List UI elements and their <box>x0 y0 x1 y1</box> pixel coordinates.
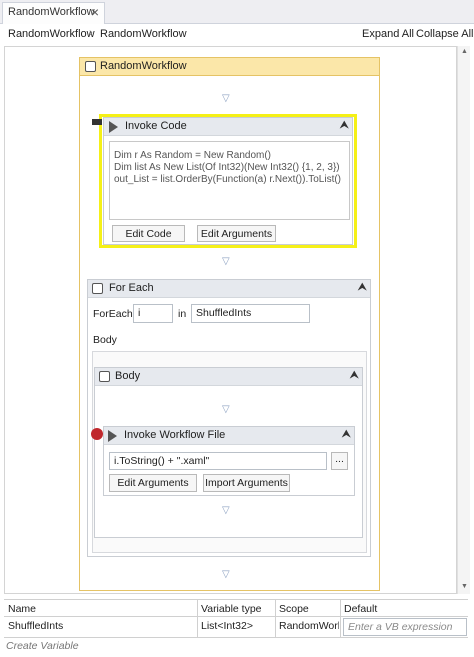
play-icon <box>109 121 118 133</box>
edit-code-button[interactable]: Edit Code <box>112 225 185 242</box>
breadcrumb-item-root[interactable]: RandomWorkflow <box>8 28 95 40</box>
collapse-icon[interactable]: ⮝ <box>342 429 351 440</box>
collapse-all-button[interactable]: Collapse All <box>416 28 473 40</box>
workflow-path-field[interactable]: i.ToString() + ".xaml" <box>109 452 327 470</box>
code-line: Dim r As Random = New Random() <box>114 150 271 161</box>
edit-arguments-button[interactable]: Edit Arguments <box>109 474 197 492</box>
error-icon <box>91 428 103 440</box>
import-arguments-button[interactable]: Import Arguments <box>203 474 290 492</box>
close-icon[interactable]: × <box>91 4 99 20</box>
body-sequence-title: Body <box>115 370 141 382</box>
invoke-workflow-title: Invoke Workflow File <box>124 429 226 441</box>
scroll-down-icon[interactable]: ▼ <box>461 583 468 590</box>
drop-target-icon[interactable]: ▽ <box>222 93 230 104</box>
body-sequence-header: Body ⮝ <box>95 368 362 386</box>
column-divider <box>275 600 276 616</box>
column-header-name[interactable]: Name <box>8 603 36 615</box>
drop-target-icon[interactable]: ▽ <box>222 569 230 580</box>
column-divider <box>197 600 198 616</box>
collapse-icon[interactable]: ⮝ <box>358 282 367 293</box>
column-header-default[interactable]: Default <box>344 603 377 615</box>
variable-default-field[interactable]: Enter a VB expression <box>343 618 467 636</box>
table-row[interactable]: ShuffledInts List<Int32> RandomWorkf Ent… <box>4 617 468 638</box>
sequence-header: RandomWorkflow <box>80 58 379 76</box>
in-label: in <box>178 308 187 320</box>
column-divider <box>197 617 198 637</box>
collection-field[interactable]: ShuffledInts <box>191 304 310 323</box>
tab-label: RandomWorkflow <box>8 6 95 18</box>
drop-target-icon[interactable]: ▽ <box>222 505 230 516</box>
invoke-code-title: Invoke Code <box>125 120 187 132</box>
collapse-icon[interactable]: ⮝ <box>340 120 349 131</box>
foreach-title: For Each <box>109 282 154 294</box>
item-variable-field[interactable]: i <box>133 304 173 323</box>
column-divider <box>275 617 276 637</box>
foreach-header: For Each ⮝ <box>88 280 370 298</box>
variable-name-cell[interactable]: ShuffledInts <box>8 620 63 632</box>
breadcrumb-item-current[interactable]: RandomWorkflow <box>100 28 187 40</box>
code-editor[interactable]: Dim r As Random = New Random() Dim list … <box>109 141 350 220</box>
vertical-scrollbar[interactable]: ▲ ▼ <box>457 46 470 594</box>
tab-strip: RandomWorkflow × <box>0 0 474 24</box>
foreach-label: ForEach <box>93 308 133 320</box>
expand-all-button[interactable]: Expand All <box>362 28 414 40</box>
body-label: Body <box>93 334 117 346</box>
variable-scope-cell[interactable]: RandomWorkf <box>279 620 339 632</box>
chevron-right-icon: › <box>89 27 93 39</box>
breadcrumb: RandomWorkflow › RandomWorkflow Expand A… <box>0 24 474 46</box>
invoke-code-activity[interactable]: Invoke Code ⮝ Dim r As Random = New Rand… <box>103 117 353 245</box>
scroll-up-icon[interactable]: ▲ <box>461 48 468 55</box>
column-header-type[interactable]: Variable type <box>201 603 262 615</box>
drop-target-icon[interactable]: ▽ <box>222 256 230 267</box>
code-line: out_List = list.OrderBy(Function(a) r.Ne… <box>114 174 342 185</box>
sequence-title: RandomWorkflow <box>100 60 187 72</box>
collapse-icon[interactable]: ⮝ <box>350 370 359 381</box>
sequence-icon <box>99 371 110 382</box>
column-divider <box>340 617 341 637</box>
edit-arguments-button[interactable]: Edit Arguments <box>197 225 276 242</box>
play-icon <box>108 430 117 442</box>
browse-button[interactable]: ... <box>331 452 348 470</box>
variables-grid-header: Name Variable type Scope Default <box>4 599 468 617</box>
create-variable-link[interactable]: Create Variable <box>6 640 79 652</box>
column-header-scope[interactable]: Scope <box>279 603 309 615</box>
column-divider <box>340 600 341 616</box>
code-line: Dim list As New List(Of Int32)(New Int32… <box>114 162 340 173</box>
invoke-workflow-header: Invoke Workflow File ⮝ <box>104 427 354 445</box>
foreach-icon <box>92 283 103 294</box>
sequence-icon <box>85 61 96 72</box>
drop-target-icon[interactable]: ▽ <box>222 404 230 415</box>
breakpoint-flag-icon <box>92 119 102 125</box>
invoke-workflow-activity[interactable]: Invoke Workflow File ⮝ i.ToString() + ".… <box>103 426 355 496</box>
variable-type-cell[interactable]: List<Int32> <box>201 620 253 632</box>
tab-randomworkflow[interactable]: RandomWorkflow × <box>2 2 105 24</box>
invoke-code-header: Invoke Code ⮝ <box>104 118 352 136</box>
